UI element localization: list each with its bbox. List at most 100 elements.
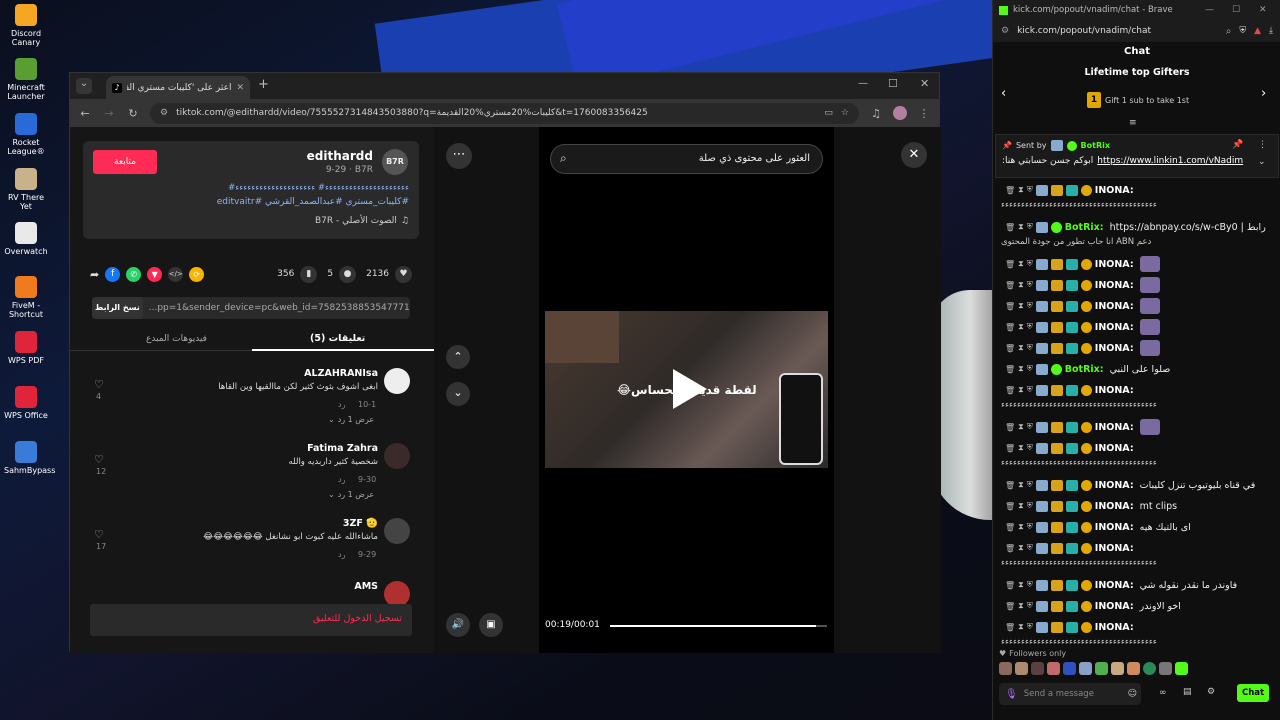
- close-window-button[interactable]: ✕: [920, 77, 929, 90]
- desktop-icon[interactable]: Minecraft Launcher: [4, 58, 48, 101]
- emote-icon[interactable]: [1031, 662, 1044, 675]
- login-prompt[interactable]: تسجيل الدخول للتعليق: [313, 613, 402, 624]
- caption-hashtags[interactable]: #كليبات_مستري #عبدالصمد_القرشي #editvait…: [93, 197, 409, 207]
- site-settings-icon[interactable]: ⚙: [1001, 26, 1009, 36]
- chat-username[interactable]: INONA:: [1095, 601, 1134, 612]
- chat-username[interactable]: INONA:: [1095, 543, 1134, 554]
- emote-icon[interactable]: [1127, 662, 1140, 675]
- pinned-expand-icon[interactable]: ⌄: [1258, 157, 1266, 167]
- chat-username[interactable]: BotRix:: [1065, 222, 1104, 233]
- site-info-icon[interactable]: ⚙: [160, 108, 168, 118]
- emote-icon[interactable]: [999, 662, 1012, 675]
- video-progress-track[interactable]: [610, 625, 827, 627]
- more-menu-icon[interactable]: ⋮: [917, 107, 931, 120]
- bookmark-icon[interactable]: ▮: [300, 265, 318, 283]
- chat-minimize-button[interactable]: —: [1205, 5, 1227, 15]
- tab-creator-videos[interactable]: فيديوهات المبدع: [146, 334, 207, 344]
- commenter-avatar[interactable]: [384, 443, 410, 469]
- desktop-icon[interactable]: Rocket League®: [4, 113, 48, 156]
- desktop-icon[interactable]: RV There Yet: [4, 168, 48, 211]
- unpin-icon[interactable]: 📌: [1232, 140, 1243, 150]
- emote-icon[interactable]: [1079, 662, 1092, 675]
- tab-close-icon[interactable]: ✕: [236, 83, 244, 93]
- facebook-icon[interactable]: f: [105, 266, 121, 282]
- brave-shield-icon[interactable]: ⛨: [1239, 26, 1246, 36]
- emote-icon[interactable]: [1111, 662, 1124, 675]
- commenter-avatar[interactable]: [384, 368, 410, 394]
- copy-link-button[interactable]: نسخ الرابط: [92, 297, 143, 319]
- more-options-button[interactable]: ⋯: [446, 143, 472, 169]
- repost-icon[interactable]: ⟳: [189, 266, 205, 282]
- reply-link[interactable]: رد: [338, 550, 345, 559]
- chat-username[interactable]: INONA:: [1095, 480, 1134, 491]
- search-related-box[interactable]: ⌕ العثور على محتوى ذي صلة: [550, 144, 823, 174]
- forward-arrow-icon[interactable]: →: [102, 107, 116, 120]
- emote-icon[interactable]: [1015, 662, 1028, 675]
- play-icon[interactable]: [673, 369, 707, 409]
- install-app-icon[interactable]: ▭: [824, 108, 833, 118]
- chat-username[interactable]: INONA:: [1095, 622, 1134, 633]
- commenter-avatar[interactable]: [384, 518, 410, 544]
- volume-button[interactable]: 🔊: [446, 613, 470, 637]
- media-icon[interactable]: ♫: [869, 107, 883, 120]
- settings-gear-icon[interactable]: ⚙: [1207, 687, 1215, 697]
- desktop-icon[interactable]: FiveM - Shortcut: [4, 276, 48, 319]
- chat-username[interactable]: INONA:: [1095, 580, 1134, 591]
- tab-list-dropdown-icon[interactable]: ⌄: [76, 78, 92, 94]
- chat-username[interactable]: INONA:: [1095, 185, 1134, 196]
- close-video-button[interactable]: ✕: [901, 142, 927, 168]
- pinned-menu-icon[interactable]: ⋮: [1258, 140, 1267, 150]
- brave-rewards-icon[interactable]: ▲: [1254, 26, 1261, 36]
- video-frame[interactable]: لقطة قديمة الحساس😂: [545, 311, 828, 468]
- view-replies-link[interactable]: ⌄ عرض 1 رد: [328, 415, 374, 424]
- chat-username[interactable]: BotRix:: [1065, 364, 1104, 375]
- reply-link[interactable]: رد: [338, 475, 345, 484]
- chat-username[interactable]: INONA:: [1095, 385, 1134, 396]
- zoom-search-icon[interactable]: ⌕: [1226, 26, 1232, 37]
- comment-like-icon[interactable]: ♡: [94, 378, 104, 391]
- send-chat-button[interactable]: Chat: [1237, 684, 1269, 702]
- desktop-icon[interactable]: WPS Office: [4, 386, 48, 420]
- emoji-icon[interactable]: ☺: [1128, 689, 1137, 699]
- previous-video-button[interactable]: ⌃: [446, 345, 470, 369]
- store-icon[interactable]: ▤: [1183, 687, 1192, 697]
- commenter-name[interactable]: Fatima Zahra: [307, 443, 378, 454]
- new-tab-button[interactable]: +: [258, 77, 269, 92]
- minimize-button[interactable]: —: [858, 78, 868, 89]
- music-row[interactable]: ♫ الصوت الأصلي - B7R: [315, 216, 409, 226]
- whatsapp-icon[interactable]: ✆: [126, 266, 142, 282]
- emote-icon[interactable]: [1095, 662, 1108, 675]
- author-avatar[interactable]: B7R: [382, 149, 408, 175]
- tab-comments[interactable]: تعليقات (5): [310, 333, 365, 344]
- embed-icon[interactable]: </>: [168, 266, 184, 282]
- login-comment-box[interactable]: تسجيل الدخول للتعليق: [90, 604, 412, 636]
- chat-username[interactable]: INONA:: [1095, 280, 1134, 291]
- chat-url[interactable]: kick.com/popout/vnadim/chat: [1017, 26, 1151, 36]
- gifters-prev-icon[interactable]: ‹: [1001, 86, 1006, 101]
- comment-like-icon[interactable]: ♡: [94, 453, 104, 466]
- chat-input[interactable]: 🎙 Send a message ☺: [999, 683, 1141, 705]
- share-arrow-icon[interactable]: ➦: [90, 268, 99, 281]
- reload-icon[interactable]: ↻: [126, 107, 140, 120]
- desktop-icon[interactable]: SahmBypass: [4, 441, 55, 475]
- bookmark-star-icon[interactable]: ☆: [841, 108, 849, 118]
- emote-icon[interactable]: [1143, 662, 1156, 675]
- chat-username[interactable]: INONA:: [1095, 301, 1134, 312]
- back-arrow-icon[interactable]: ←: [78, 107, 92, 120]
- desktop-icon[interactable]: Overwatch: [4, 222, 48, 256]
- chat-username[interactable]: INONA:: [1095, 443, 1134, 454]
- pinned-link[interactable]: https://www.linkin1.com/vNadim: [1097, 156, 1243, 166]
- chat-username[interactable]: INONA:: [1095, 422, 1134, 433]
- mic-icon[interactable]: 🎙: [1005, 689, 1018, 700]
- commenter-name[interactable]: ALZAHRANIsa: [304, 368, 378, 379]
- desktop-icon[interactable]: Discord Canary: [4, 4, 48, 47]
- tab-tiktok[interactable]: ♪ اعثر على 'كليبات مستري القديمة' ✕: [106, 76, 250, 99]
- reply-link[interactable]: رد: [338, 400, 345, 409]
- maximize-button[interactable]: ☐: [888, 77, 898, 90]
- comment-like-icon[interactable]: ♡: [94, 528, 104, 541]
- emote-icon[interactable]: [1159, 662, 1172, 675]
- chat-username[interactable]: INONA:: [1095, 259, 1134, 270]
- chat-username[interactable]: INONA:: [1095, 522, 1134, 533]
- commenter-name[interactable]: 3ZF 🫡: [343, 518, 378, 529]
- send-to-friend-icon[interactable]: ▼: [147, 266, 163, 282]
